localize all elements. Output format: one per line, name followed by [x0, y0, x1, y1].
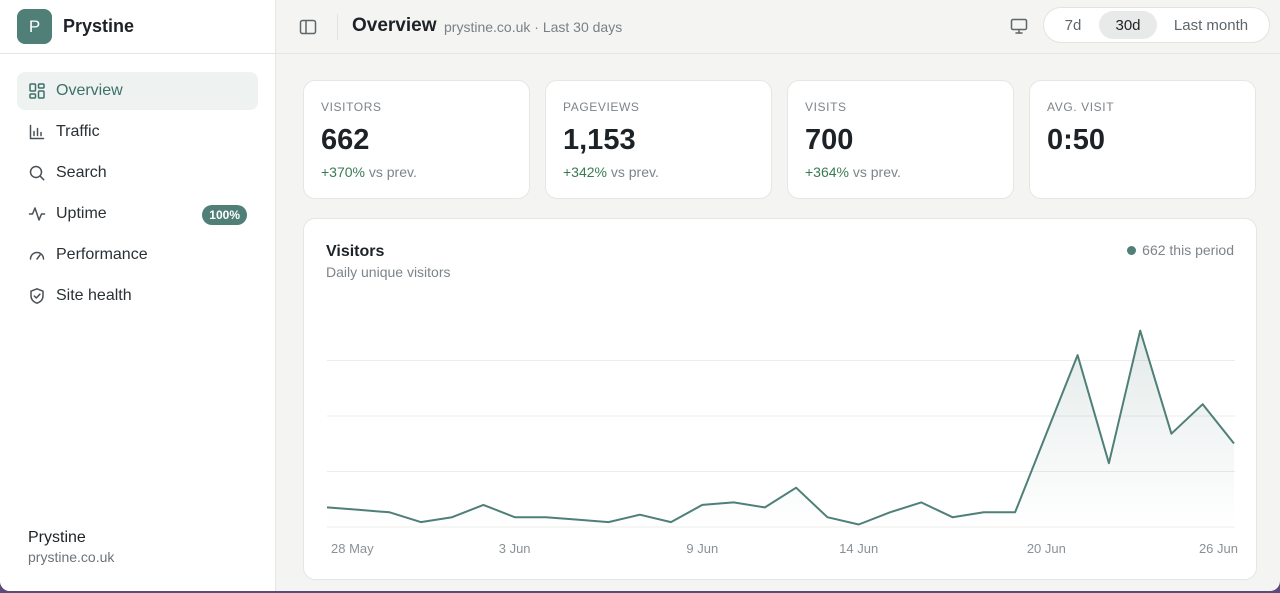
sidebar-item-label: Site health — [56, 287, 132, 304]
stat-change: +364% vs prev. — [805, 164, 996, 180]
bar-chart-icon — [29, 124, 45, 140]
sidebar-toggle-icon[interactable] — [298, 17, 318, 37]
stat-value: 1,153 — [563, 124, 636, 156]
page-subtitle: prystine.co.uk · Last 30 days — [444, 19, 623, 35]
stat-change-suffix: vs prev. — [852, 164, 901, 180]
site-name: Prystine — [28, 529, 86, 546]
x-tick-label: 20 Jun — [1027, 541, 1066, 556]
chart-subtitle: Daily unique visitors — [326, 264, 451, 280]
sidebar-item-performance[interactable]: Performance — [17, 236, 258, 274]
site-switcher[interactable]: Prystine prystine.co.uk — [28, 529, 114, 565]
stat-value: 0:50 — [1047, 124, 1106, 156]
app-window: P Prystine Overview Traffic Search Uptim… — [0, 0, 1280, 591]
site-domain: prystine.co.uk — [28, 549, 115, 565]
x-tick-label: 9 Jun — [686, 541, 718, 556]
gauge-icon — [29, 251, 45, 260]
divider — [337, 14, 338, 40]
brand[interactable]: P Prystine — [0, 0, 275, 54]
page-title: Overview — [352, 15, 437, 36]
sidebar-item-site-health[interactable]: Site health — [17, 277, 258, 315]
stat-label: PAGEVIEWS — [563, 100, 640, 114]
sidebar-item-label: Traffic — [56, 123, 100, 140]
sidebar-nav: Overview Traffic Search Uptime 100% Perf… — [0, 54, 275, 315]
sidebar-item-label: Uptime — [56, 205, 107, 222]
sidebar-item-label: Performance — [56, 246, 148, 263]
stat-label: VISITORS — [321, 100, 382, 114]
grid-icon — [29, 83, 45, 99]
stat-change-percent: +342% — [563, 164, 607, 180]
stat-card-visitors: VISITORS 662 +370% vs prev. — [303, 80, 530, 199]
stat-change-suffix: vs prev. — [610, 164, 659, 180]
stat-card-avg-visit: AVG. VISIT 0:50 — [1029, 80, 1256, 199]
stat-change-suffix: vs prev. — [368, 164, 417, 180]
search-icon — [29, 165, 45, 181]
sidebar-item-overview[interactable]: Overview — [17, 72, 258, 110]
stat-value: 700 — [805, 124, 854, 156]
stat-label: VISITS — [805, 100, 847, 114]
top-bar: Overview prystine.co.uk · Last 30 days 7… — [276, 0, 1280, 54]
stat-change-percent: +364% — [805, 164, 849, 180]
x-tick-label: 28 May — [331, 541, 374, 556]
uptime-badge: 100% — [202, 205, 247, 225]
sidebar-item-label: Search — [56, 164, 107, 181]
legend-dot — [1127, 245, 1137, 255]
brand-name: Prystine — [63, 16, 135, 36]
chart-legend: 662 this period — [1127, 242, 1234, 258]
range-last-month-button[interactable]: Last month — [1157, 11, 1265, 39]
sidebar-item-search[interactable]: Search — [17, 154, 258, 192]
sidebar-item-uptime[interactable]: Uptime 100% — [17, 195, 258, 233]
monitor-icon[interactable] — [1009, 16, 1029, 36]
x-tick-label: 3 Jun — [499, 541, 531, 556]
activity-icon — [28, 207, 46, 221]
range-30d-button[interactable]: 30d — [1099, 11, 1157, 39]
stat-card-pageviews: PAGEVIEWS 1,153 +342% vs prev. — [545, 80, 772, 199]
brand-logo: P — [17, 9, 52, 44]
range-7d-button[interactable]: 7d — [1047, 11, 1099, 39]
stat-change: +342% vs prev. — [563, 164, 754, 180]
stat-card-visits: VISITS 700 +364% vs prev. — [787, 80, 1014, 199]
stat-value: 662 — [321, 124, 370, 156]
shield-check-icon — [30, 288, 44, 304]
date-range-selector: 7d 30d Last month — [1043, 7, 1270, 43]
sidebar-item-traffic[interactable]: Traffic — [17, 113, 258, 151]
sidebar: P Prystine Overview Traffic Search Uptim… — [0, 0, 276, 591]
legend-label: 662 this period — [1142, 242, 1234, 258]
stat-change-percent: +370% — [321, 164, 365, 180]
x-tick-label: 26 Jun — [1199, 541, 1238, 556]
stat-label: AVG. VISIT — [1047, 100, 1115, 114]
sidebar-item-label: Overview — [56, 82, 123, 99]
visitors-chart-card: 28 May 3 Jun 9 Jun 14 Jun 20 Jun 26 Jun Visit… — [303, 218, 1257, 580]
stat-change: +370% vs prev. — [321, 164, 512, 180]
x-tick-label: 14 Jun — [839, 541, 878, 556]
chart-title: Visitors — [326, 243, 385, 260]
